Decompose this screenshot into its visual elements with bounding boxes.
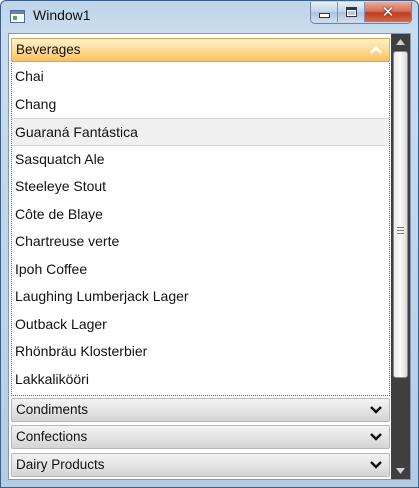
list-item[interactable]: Chai xyxy=(12,63,389,91)
minimize-icon xyxy=(318,13,330,18)
window-app-icon[interactable] xyxy=(10,10,25,23)
chevron-down-icon xyxy=(368,454,384,476)
group-header-beverages[interactable]: Beverages xyxy=(11,38,390,62)
list-item[interactable]: Rhönbräu Klosterbier xyxy=(12,338,389,366)
caption-buttons: ✕ xyxy=(310,2,412,24)
maximize-icon xyxy=(345,7,357,17)
client-area: Beverages Chai Chang Guaraná Fantástica … xyxy=(8,33,411,480)
list-item[interactable]: Chang xyxy=(12,91,389,119)
vertical-scrollbar[interactable] xyxy=(391,34,410,479)
grip-icon xyxy=(397,227,404,234)
list-item[interactable]: Ipoh Coffee xyxy=(12,256,389,284)
minimize-button[interactable] xyxy=(311,2,337,22)
group-header-confections[interactable]: Confections xyxy=(11,425,390,449)
list-item[interactable]: Sasquatch Ale xyxy=(12,146,389,174)
group-header-label: Beverages xyxy=(16,42,81,57)
close-icon: ✕ xyxy=(381,2,395,21)
scroll-down-button[interactable] xyxy=(391,463,410,479)
chevron-up-icon xyxy=(368,39,384,61)
scroll-down-icon xyxy=(396,468,405,474)
chevron-down-icon xyxy=(368,426,384,448)
group-header-label: Condiments xyxy=(16,402,89,417)
group-header-label: Dairy Products xyxy=(16,457,105,472)
list-item-selected[interactable]: Guaraná Fantástica xyxy=(12,118,389,146)
list-item[interactable]: Laughing Lumberjack Lager xyxy=(12,283,389,311)
list-item[interactable]: Chartreuse verte xyxy=(12,228,389,256)
window-title: Window1 xyxy=(33,7,91,23)
list-item[interactable]: Steeleye Stout xyxy=(12,173,389,201)
close-button[interactable]: ✕ xyxy=(364,2,411,22)
group-header-label: Confections xyxy=(16,429,88,444)
group-header-dairy-products[interactable]: Dairy Products xyxy=(11,453,390,477)
chevron-down-icon xyxy=(368,399,384,421)
scroll-up-icon xyxy=(396,39,405,45)
maximize-button[interactable] xyxy=(337,2,364,22)
list-item[interactable]: Côte de Blaye xyxy=(12,201,389,229)
item-list: Chai Chang Guaraná Fantástica Sasquatch … xyxy=(11,63,390,396)
window: Window1 ✕ Beverages Chai Chang Guaraná F… xyxy=(0,0,419,488)
group-header-condiments[interactable]: Condiments xyxy=(11,398,390,422)
list-item[interactable]: Lakkalikööri xyxy=(12,366,389,394)
accordion: Beverages Chai Chang Guaraná Fantástica … xyxy=(9,34,391,479)
scrollbar-thumb[interactable] xyxy=(393,51,408,378)
scroll-up-button[interactable] xyxy=(391,34,410,50)
title-bar[interactable]: Window1 ✕ xyxy=(1,1,418,33)
list-item[interactable]: Outback Lager xyxy=(12,311,389,339)
